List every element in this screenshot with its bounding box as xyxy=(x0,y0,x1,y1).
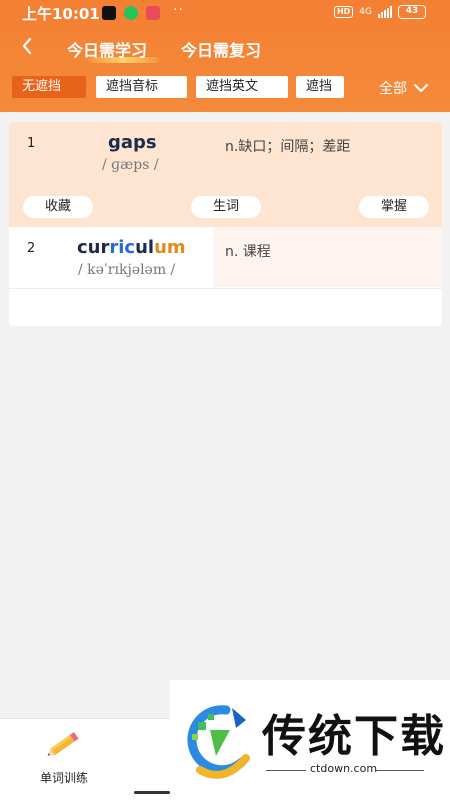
status-time: 上午10:01 xyxy=(22,5,100,23)
filter-bar: 无遮挡 遮挡音标 遮挡英文 遮挡 全部 xyxy=(0,74,450,102)
watermark-url: ctdown.com xyxy=(310,762,378,775)
status-bar: 上午10:01 ·· HD 4G 43 xyxy=(0,0,450,26)
filter-mask-phonetic[interactable]: 遮挡音标 xyxy=(96,76,187,98)
word-text: gaps xyxy=(108,132,157,153)
new-word-button[interactable]: 生词 xyxy=(191,196,261,218)
phone-icon xyxy=(124,6,138,20)
word-meaning: n.缺口；间隔；差距 xyxy=(225,139,351,155)
scope-dropdown[interactable]: 全部 xyxy=(379,78,429,98)
watermark: 传统下载 ctdown.com xyxy=(170,680,450,800)
ctdown-logo-icon xyxy=(187,705,250,779)
word-list-card: 1 gaps / ɡæps / n.缺口；间隔；差距 收藏 生词 掌握 2 cu… xyxy=(9,122,442,326)
tab-today-study[interactable]: 今日需学习 xyxy=(67,37,147,61)
word-phonetic: / ɡæps / xyxy=(102,157,159,173)
network-label: 4G xyxy=(359,7,372,17)
word-index: 2 xyxy=(27,241,36,256)
divider xyxy=(376,770,424,771)
app-notification-icon xyxy=(146,6,160,20)
word-text: curriculum xyxy=(77,237,186,258)
word-row[interactable]: 1 gaps / ɡæps / n.缺口；间隔；差距 收藏 生词 掌握 xyxy=(9,122,442,227)
filter-mask-english[interactable]: 遮挡英文 xyxy=(196,76,288,98)
word-index: 1 xyxy=(27,136,36,151)
word-meaning: n. 课程 xyxy=(225,244,271,260)
tab-today-review[interactable]: 今日需复习 xyxy=(181,37,261,61)
header: 上午10:01 ·· HD 4G 43 今日需学习 今日需复习 无遮挡 遮挡音标… xyxy=(0,0,450,112)
top-nav: 今日需学习 今日需复习 xyxy=(0,30,450,66)
mastered-button[interactable]: 掌握 xyxy=(359,196,429,218)
divider xyxy=(266,770,306,771)
hd-icon: HD xyxy=(333,6,354,18)
signal-icon xyxy=(378,6,392,18)
pencil-icon xyxy=(47,732,79,756)
filter-mask-chinese[interactable]: 遮挡 xyxy=(296,76,344,98)
status-indicators: HD 4G 43 xyxy=(333,5,426,19)
watermark-title: 传统下载 xyxy=(262,711,446,762)
divider xyxy=(9,288,442,289)
tab-word-training[interactable]: 单词训练 xyxy=(28,727,100,786)
battery-icon: 43 xyxy=(398,5,426,19)
tab-label: 单词训练 xyxy=(39,771,88,785)
favorite-button[interactable]: 收藏 xyxy=(23,196,93,218)
back-icon[interactable] xyxy=(16,34,40,58)
tiktok-icon xyxy=(102,6,116,20)
home-indicator[interactable] xyxy=(134,791,170,794)
word-phonetic: / kəˈrɪkjələm / xyxy=(78,262,176,278)
more-notifications-icon: ·· xyxy=(173,2,184,18)
word-row[interactable]: 2 curriculum / kəˈrɪkjələm / n. 课程 xyxy=(9,227,442,288)
scope-label: 全部 xyxy=(379,81,407,97)
chevron-down-icon xyxy=(414,84,428,92)
filter-no-mask[interactable]: 无遮挡 xyxy=(12,76,86,98)
